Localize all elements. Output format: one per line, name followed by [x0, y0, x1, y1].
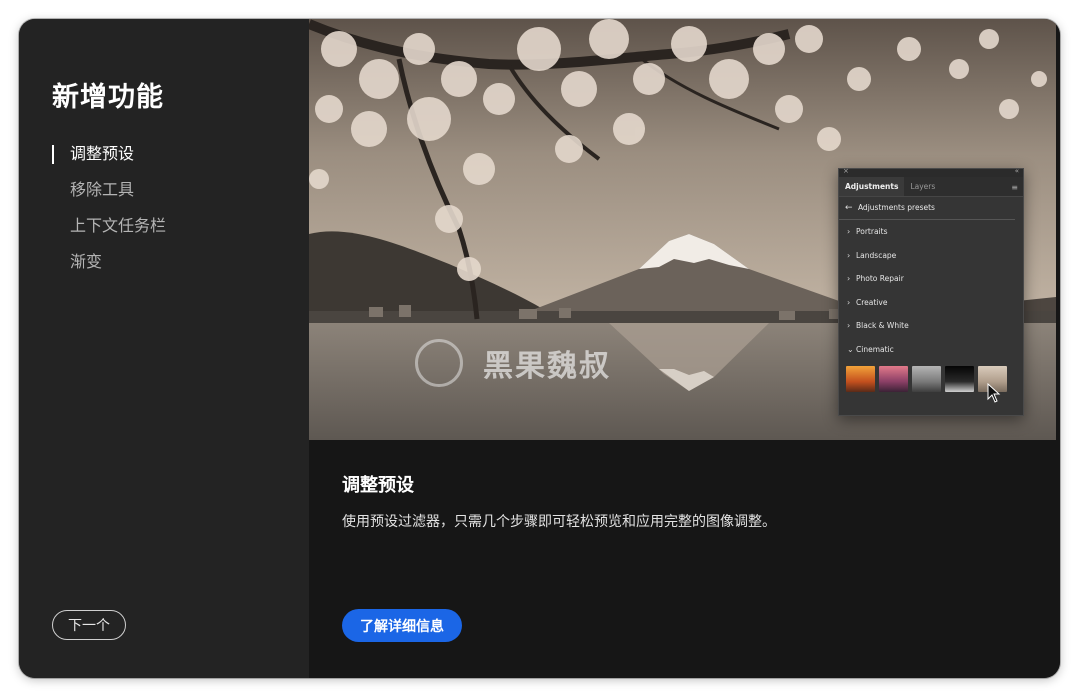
preset-thumbnail[interactable]: [945, 365, 974, 392]
nav-item-adjustment-presets[interactable]: 调整预设: [52, 141, 166, 177]
chevron-right-icon: ›: [847, 250, 851, 260]
nav-item-label: 渐变: [70, 252, 103, 271]
watermark-text: 黑果魏叔: [483, 349, 611, 384]
preset-thumbnail[interactable]: [912, 365, 941, 392]
watermark-logo-icon: [415, 339, 463, 387]
preset-creative[interactable]: › Creative: [839, 291, 1023, 315]
preset-label: Photo Repair: [856, 274, 904, 284]
preset-black-white[interactable]: › Black & White: [839, 314, 1023, 338]
feature-title: 调整预设: [342, 475, 414, 496]
adjustments-presets-back[interactable]: ← Adjustments presets: [839, 197, 1015, 220]
nav-item-gradient[interactable]: 渐变: [52, 249, 166, 285]
nav-item-label: 上下文任务栏: [70, 216, 167, 235]
chevron-right-icon: ›: [847, 227, 851, 236]
whats-new-window: 新增功能 调整预设 移除工具 上下文任务栏 渐变 下一个 黑果魏叔 × « Ad…: [19, 19, 1060, 678]
main-content: 黑果魏叔 × « Adjustments Layers ≡ ← Adjustme…: [309, 19, 1060, 678]
panel-menu-icon[interactable]: ≡: [1011, 183, 1018, 192]
next-button[interactable]: 下一个: [52, 610, 126, 640]
feature-nav: 调整预设 移除工具 上下文任务栏 渐变: [52, 141, 166, 285]
preset-photo-repair[interactable]: › Photo Repair: [839, 267, 1023, 291]
hero-image: 黑果魏叔 × « Adjustments Layers ≡ ← Adjustme…: [309, 19, 1056, 440]
preset-thumbnail[interactable]: [846, 365, 875, 392]
preset-thumbnail[interactable]: [879, 365, 908, 392]
preset-label: Landscape: [856, 250, 897, 260]
close-icon[interactable]: ×: [843, 167, 849, 175]
chevron-right-icon: ›: [847, 297, 851, 307]
mouse-pointer-icon: [987, 383, 1001, 403]
panel-titlebar: × «: [839, 167, 1023, 177]
collapse-icon[interactable]: «: [1015, 167, 1019, 175]
adjustments-panel: × « Adjustments Layers ≡ ← Adjustments p…: [838, 167, 1024, 416]
tab-layers[interactable]: Layers: [904, 177, 941, 196]
chevron-right-icon: ›: [847, 274, 851, 284]
nav-item-label: 调整预设: [70, 144, 135, 163]
back-arrow-icon: ←: [845, 203, 853, 213]
preset-landscape[interactable]: › Landscape: [839, 244, 1023, 268]
sidebar-title: 新增功能: [52, 82, 164, 113]
tab-adjustments[interactable]: Adjustments: [839, 177, 905, 196]
panel-tabs: Adjustments Layers ≡: [839, 177, 1023, 197]
sidebar: 新增功能 调整预设 移除工具 上下文任务栏 渐变 下一个: [19, 19, 309, 678]
preset-label: Black & White: [856, 321, 909, 331]
chevron-down-icon: ⌄: [847, 344, 854, 354]
chevron-right-icon: ›: [847, 321, 851, 331]
feature-description: 使用预设过滤器，只需几个步骤即可轻松预览和应用完整的图像调整。: [342, 514, 776, 530]
learn-more-button[interactable]: 了解详细信息: [342, 609, 462, 642]
preset-label: Portraits: [856, 227, 888, 236]
watermark: 黑果魏叔: [415, 339, 611, 387]
preset-cinematic[interactable]: ⌄ Cinematic: [839, 338, 1023, 362]
preset-portraits[interactable]: › Portraits: [839, 220, 1023, 244]
back-label: Adjustments presets: [857, 203, 935, 212]
preset-label: Creative: [856, 297, 888, 307]
nav-item-label: 移除工具: [70, 180, 135, 199]
nav-item-remove-tool[interactable]: 移除工具: [52, 177, 166, 213]
preset-label: Cinematic: [856, 344, 894, 354]
nav-item-contextual-taskbar[interactable]: 上下文任务栏: [52, 213, 166, 249]
